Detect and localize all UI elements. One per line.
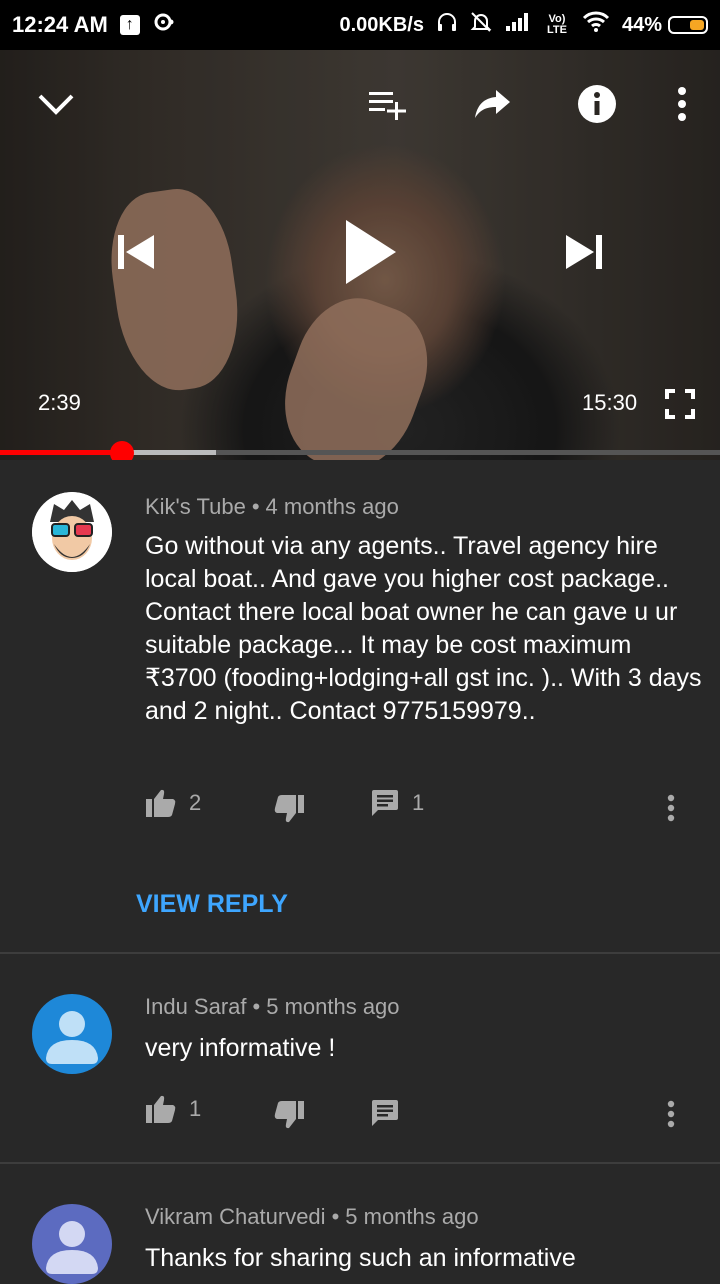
- battery-icon: [668, 16, 708, 34]
- reply-button[interactable]: 1: [370, 788, 424, 818]
- meta-separator: •: [331, 1204, 340, 1229]
- avatar[interactable]: [32, 492, 112, 572]
- mute-bell-icon: [470, 11, 492, 39]
- comment-author[interactable]: Vikram Chaturvedi: [145, 1204, 326, 1229]
- headphones-icon: [436, 11, 458, 39]
- volte-label: Vo) LTE: [546, 13, 567, 36]
- more-vert-icon[interactable]: [667, 1100, 675, 1133]
- upload-icon: ↑: [119, 15, 140, 35]
- dislike-button[interactable]: [273, 794, 305, 824]
- battery-indicator: 44%: [622, 14, 708, 37]
- current-time: 2:39: [38, 390, 81, 415]
- like-button[interactable]: 1: [145, 1094, 201, 1124]
- avatar[interactable]: [32, 994, 112, 1074]
- comment-item: Indu Saraf • 5 months ago very informative…: [0, 954, 720, 1162]
- status-bar: 12:24 AM ↑ 0.00KB/s Vo) LTE 44%: [0, 0, 720, 50]
- view-reply-button[interactable]: VIEW REPLY: [136, 890, 288, 919]
- play-icon[interactable]: [330, 210, 410, 294]
- headset-icon: [152, 11, 176, 39]
- like-button[interactable]: 2: [145, 788, 201, 818]
- share-icon[interactable]: [468, 80, 516, 128]
- default-user-icon: [46, 1011, 98, 1064]
- default-user-icon: [46, 1221, 98, 1274]
- reply-button[interactable]: [370, 1098, 412, 1128]
- meta-separator: •: [251, 494, 260, 519]
- like-count: 2: [189, 790, 202, 815]
- comment-author[interactable]: Kik's Tube: [145, 494, 246, 519]
- thumb-up-icon: [146, 789, 176, 817]
- comment-actions: 2 1: [145, 788, 705, 828]
- network-speed: 0.00KB/s: [339, 13, 424, 36]
- seek-bar[interactable]: [0, 441, 720, 460]
- signal-icon: [504, 11, 532, 39]
- meta-separator: •: [252, 994, 261, 1019]
- comment-text: very informative !: [145, 1034, 336, 1062]
- comment-reply-icon: [372, 790, 398, 816]
- played-bar: [0, 450, 123, 455]
- info-icon[interactable]: [573, 80, 621, 128]
- avatar[interactable]: [32, 1204, 112, 1284]
- dislike-button[interactable]: [273, 1100, 305, 1130]
- more-vert-icon[interactable]: [667, 794, 675, 827]
- comment-age: 4 months ago: [265, 494, 399, 519]
- video-player[interactable]: 2:39 15:30: [0, 50, 720, 460]
- thumb-down-icon: [274, 1101, 304, 1129]
- comment-meta: Vikram Chaturvedi • 5 months ago: [145, 1204, 479, 1230]
- seek-handle[interactable]: [110, 441, 135, 460]
- wifi-icon: [582, 11, 610, 39]
- comment-author[interactable]: Indu Saraf: [145, 994, 247, 1019]
- comment-text: Go without via any agents.. Travel agenc…: [145, 532, 702, 725]
- comment-age: 5 months ago: [266, 994, 400, 1019]
- status-time: 12:24 AM: [12, 12, 108, 37]
- total-duration: 15:30: [582, 390, 638, 415]
- comment-meta: Kik's Tube • 4 months ago: [145, 494, 399, 520]
- reply-count: 1: [412, 790, 425, 815]
- comment-meta: Indu Saraf • 5 months ago: [145, 994, 400, 1020]
- skip-previous-icon[interactable]: [108, 226, 164, 278]
- add-to-queue-icon[interactable]: [362, 80, 412, 128]
- like-count: 1: [189, 1096, 202, 1121]
- cartoon-avatar-icon: [32, 492, 112, 572]
- more-vert-icon[interactable]: [660, 80, 704, 128]
- comment-text: Thanks for sharing such an informative: [145, 1244, 576, 1272]
- comment-reply-icon: [372, 1100, 398, 1126]
- thumb-up-icon: [146, 1095, 176, 1123]
- thumb-down-icon: [274, 795, 304, 823]
- comment-actions: 1: [145, 1094, 705, 1134]
- comment-item: Kik's Tube • 4 months ago Go without via a…: [0, 460, 720, 954]
- minimize-chevron-icon[interactable]: [32, 80, 80, 128]
- skip-next-icon[interactable]: [556, 226, 612, 278]
- comment-age: 5 months ago: [345, 1204, 479, 1229]
- battery-percent: 44%: [621, 13, 662, 36]
- comment-item: Vikram Chaturvedi • 5 months ago Thanks fo…: [0, 1164, 720, 1284]
- fullscreen-icon[interactable]: [660, 386, 700, 422]
